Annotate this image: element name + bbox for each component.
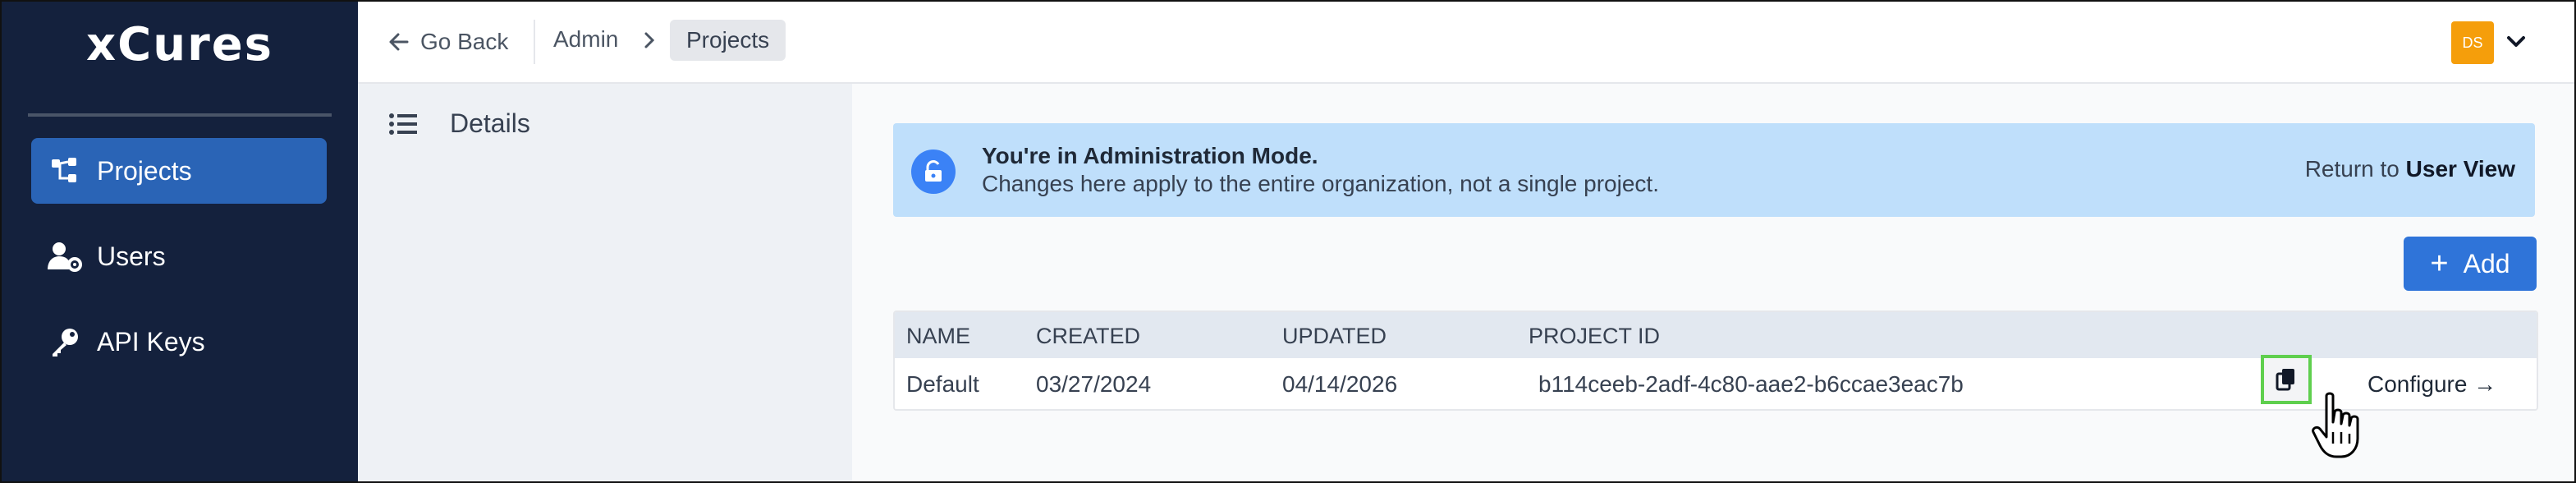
sidebar-item-label: Users bbox=[97, 241, 166, 271]
secondary-panel: Details bbox=[358, 84, 852, 481]
plus-icon: + bbox=[2430, 246, 2449, 281]
cell-updated: 04/14/2026 bbox=[1282, 371, 1398, 397]
chevron-down-icon[interactable] bbox=[2504, 30, 2528, 54]
copy-icon bbox=[2276, 369, 2294, 391]
projects-icon bbox=[46, 152, 84, 190]
return-prefix: Return to bbox=[2304, 156, 2400, 182]
banner-message: Changes here apply to the entire organiz… bbox=[982, 171, 1659, 196]
cell-project-id: b114ceeb-2adf-4c80-aae2-b6ccae3eac7b bbox=[1538, 371, 1964, 397]
breadcrumb-projects: Projects bbox=[670, 20, 786, 61]
cell-name: Default bbox=[906, 371, 979, 397]
column-header-created: CREATED bbox=[1036, 324, 1141, 348]
admin-mode-banner: You're in Administration Mode. Changes h… bbox=[893, 123, 2535, 217]
column-header-updated: UPDATED bbox=[1282, 324, 1387, 348]
go-back-label: Go Back bbox=[420, 29, 509, 54]
sidebar-item-projects[interactable]: Projects bbox=[31, 138, 327, 204]
arrow-left-icon bbox=[389, 33, 409, 51]
sidebar: xCures Projects Users API Keys bbox=[2, 2, 358, 481]
return-to-user-view-link[interactable]: Return to User View bbox=[2305, 156, 2515, 182]
column-header-name: NAME bbox=[906, 324, 971, 348]
header-divider bbox=[534, 20, 535, 64]
breadcrumb-admin[interactable]: Admin bbox=[553, 26, 618, 53]
users-gear-icon bbox=[46, 237, 84, 275]
avatar[interactable]: DS bbox=[2451, 21, 2494, 64]
main-content: You're in Administration Mode. Changes h… bbox=[852, 84, 2574, 481]
unlock-icon bbox=[911, 150, 956, 194]
cell-created: 03/27/2024 bbox=[1036, 371, 1152, 397]
banner-title: You're in Administration Mode. bbox=[982, 143, 1318, 168]
top-bar: Go Back Admin Projects DS bbox=[358, 2, 2574, 84]
sidebar-item-label: Projects bbox=[97, 155, 192, 186]
sidebar-divider bbox=[28, 113, 332, 117]
copy-project-id-button[interactable] bbox=[2261, 355, 2312, 404]
user-view-label: User View bbox=[2405, 156, 2515, 182]
add-button[interactable]: + Add bbox=[2404, 237, 2537, 291]
sidebar-item-api-keys[interactable]: API Keys bbox=[31, 309, 327, 375]
chevron-right-icon bbox=[644, 32, 655, 48]
key-icon bbox=[46, 323, 84, 361]
configure-link[interactable]: Configure → bbox=[2367, 371, 2496, 398]
table-header: NAME CREATED UPDATED PROJECT ID bbox=[895, 312, 2537, 358]
app-logo: xCures bbox=[85, 18, 273, 71]
details-nav-item[interactable]: Details bbox=[389, 108, 530, 139]
app-window: xCures Projects Users API Keys Go Back A… bbox=[0, 0, 2576, 483]
hand-pointer-cursor-icon bbox=[2312, 392, 2359, 458]
go-back-button[interactable]: Go Back bbox=[387, 23, 508, 61]
list-icon bbox=[389, 113, 417, 135]
sidebar-item-label: API Keys bbox=[97, 326, 205, 356]
sidebar-item-users[interactable]: Users bbox=[31, 223, 327, 289]
column-header-project-id: PROJECT ID bbox=[1529, 324, 1661, 348]
add-label: Add bbox=[2463, 248, 2510, 278]
details-label: Details bbox=[450, 108, 530, 138]
